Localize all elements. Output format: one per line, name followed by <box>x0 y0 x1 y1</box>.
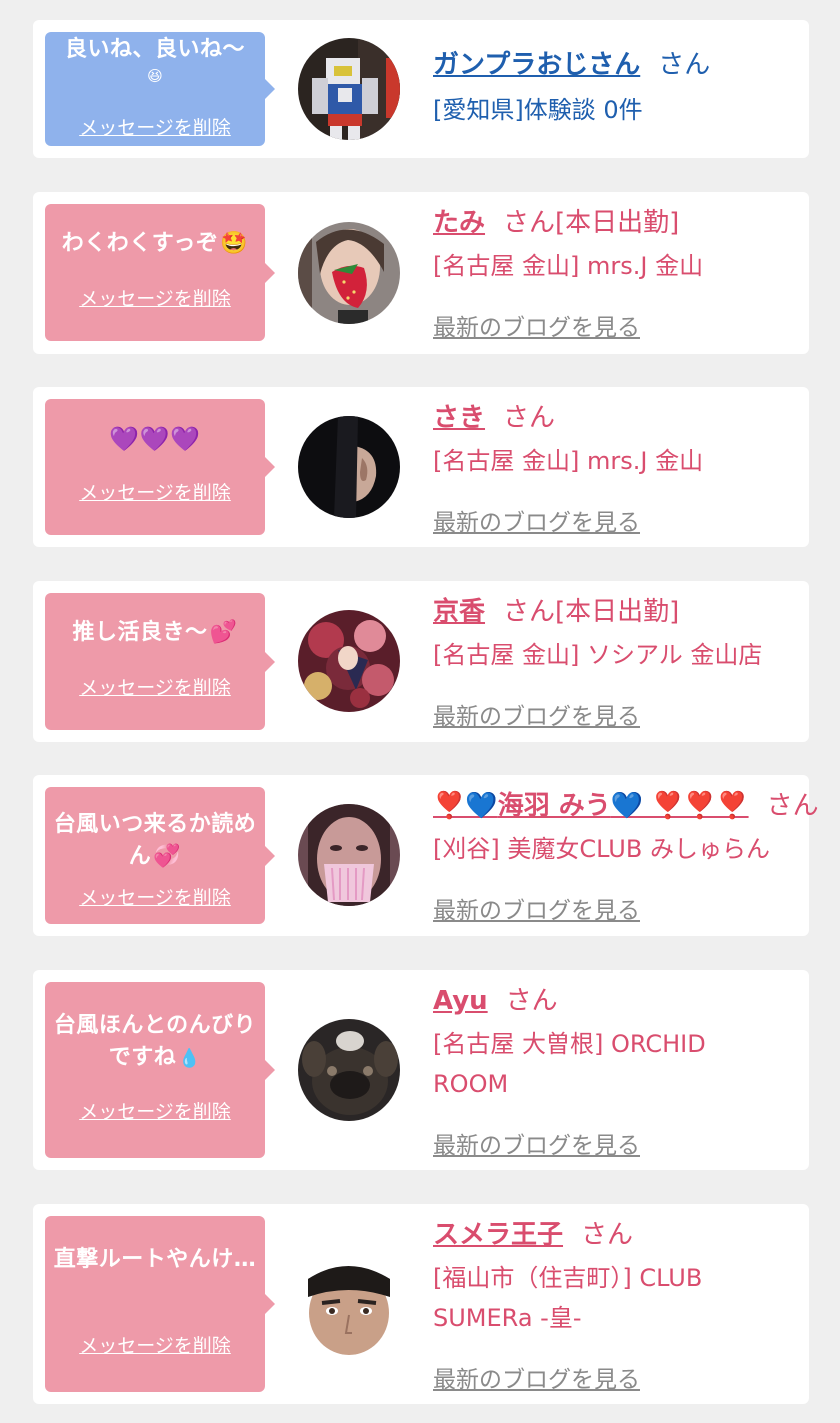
user-name-link[interactable]: ガンプラおじさん <box>433 50 640 80</box>
blog-link[interactable]: 最新のブログを見る <box>433 1360 640 1394</box>
list-item: 推し活良き〜💕 メッセージを削除 京香 さん[本日出勤] [名古屋 金山] ソシ… <box>33 581 809 742</box>
message-bubble: 💜💜💜 メッセージを削除 <box>45 399 275 535</box>
delete-message-button[interactable]: メッセージを削除 <box>45 113 265 140</box>
man-face-avatar[interactable] <box>298 1253 400 1355</box>
shop-label: [名古屋 大曽根] ORCHID ROOM <box>433 1030 706 1098</box>
user-info: たみ さん[本日出勤] [名古屋 金山] mrs.J 金山 最新のブログを見る <box>433 206 795 341</box>
honorific: さん <box>503 208 556 238</box>
heart-emoji-icon: 💙 ❣️❣️❣️ <box>610 791 749 821</box>
user-name-line: さき さん <box>433 401 795 435</box>
user-name-line: 京香 さん[本日出勤] <box>433 595 795 629</box>
list-item: 💜💜💜 メッセージを削除 さき さん [名古屋 金山] mrs.J 金山 最新のブ… <box>33 387 809 547</box>
honorific: さん <box>581 1220 634 1250</box>
list-item: 台風いつ来るか読めん💞 メッセージを削除 ❣️💙海羽 みう💙 ❣️❣️❣️ さん … <box>33 775 819 936</box>
honorific: さん <box>503 403 556 433</box>
status-label: [本日出勤] <box>555 208 680 238</box>
user-name-link[interactable]: スメラ王子 <box>433 1220 563 1250</box>
user-name-link[interactable]: さき <box>433 403 485 433</box>
droplet-emoji-icon: 💧 <box>178 1048 202 1069</box>
shop-label: [名古屋 金山] ソシアル 金山店 <box>433 641 763 669</box>
shop-label: [刈谷] 美魔女CLUB みしゅらん <box>433 835 770 863</box>
user-name-line: ガンプラおじさん さん <box>433 48 795 82</box>
status-label: [本日出勤] <box>555 597 680 627</box>
message-text: わくわくすっぞ🤩 <box>61 231 249 256</box>
heart-emoji-icon: ❣️💙 <box>433 791 498 821</box>
message-text: 台風ほんとのんびりですね 💧 <box>53 1013 257 1070</box>
user-name-line: スメラ王子 さん <box>433 1218 795 1252</box>
delete-message-button[interactable]: メッセージを削除 <box>45 478 265 505</box>
user-info: ガンプラおじさん さん [愛知県]体験談 0件 <box>433 48 795 130</box>
user-info: 京香 さん[本日出勤] [名古屋 金山] ソシアル 金山店 最新のブログを見る <box>433 595 795 730</box>
strawberry-face-avatar[interactable] <box>298 222 400 324</box>
user-name-link[interactable]: 京香 <box>433 597 485 627</box>
delete-message-button[interactable]: メッセージを削除 <box>45 284 265 311</box>
honorific: さん <box>503 597 556 627</box>
list-item: 台風ほんとのんびりですね 💧 メッセージを削除 Ayu さん [名古屋 大曽根] O… <box>33 970 809 1170</box>
message-bubble: 台風ほんとのんびりですね 💧 メッセージを削除 <box>45 982 275 1158</box>
honorific: さん <box>658 50 711 80</box>
list-item: わくわくすっぞ🤩 メッセージを削除 たみ さん[本日出勤] [名古屋 金山] m… <box>33 192 809 354</box>
user-name-line: たみ さん[本日出勤] <box>433 206 795 240</box>
shop-label: [福山市（住吉町）] CLUB SUMERa -皇- <box>433 1264 703 1332</box>
delete-message-button[interactable]: メッセージを削除 <box>45 1331 265 1358</box>
blog-link[interactable]: 最新のブログを見る <box>433 1126 640 1160</box>
user-name-line: Ayu さん <box>433 984 795 1018</box>
honorific: さん <box>766 791 819 821</box>
message-text: 台風いつ来るか読めん💞 <box>53 812 257 869</box>
hearts-emoji-icon: 💞 <box>153 844 182 869</box>
message-text: 直撃ルートやんけ… <box>53 1247 257 1272</box>
hearts-emoji-icon: 💕 <box>209 620 238 645</box>
list-item: 直撃ルートやんけ… メッセージを削除 スメラ王子 さん [福山市（住吉町）] C… <box>33 1204 809 1404</box>
message-bubble: 直撃ルートやんけ… メッセージを削除 <box>45 1216 275 1392</box>
kimono-avatar[interactable] <box>298 610 400 712</box>
dog-avatar[interactable] <box>298 1019 400 1121</box>
blog-link[interactable]: 最新のブログを見る <box>433 891 640 925</box>
message-bubble: 推し活良き〜💕 メッセージを削除 <box>45 593 275 730</box>
shop-label: [名古屋 金山] mrs.J 金山 <box>433 447 704 475</box>
delete-message-button[interactable]: メッセージを削除 <box>45 673 265 700</box>
message-bubble: わくわくすっぞ🤩 メッセージを削除 <box>45 204 275 341</box>
shop-label: [名古屋 金山] mrs.J 金山 <box>433 252 704 280</box>
message-text: 良いね、良いね〜 <box>64 37 245 62</box>
message-list: 良いね、良いね〜 😆 メッセージを削除 ガンプラおじさん さん [愛知県]体験談… <box>0 0 840 1423</box>
list-item: 良いね、良いね〜 😆 メッセージを削除 ガンプラおじさん さん [愛知県]体験談… <box>33 20 809 158</box>
user-name-line: ❣️💙海羽 みう💙 ❣️❣️❣️ さん <box>433 789 819 823</box>
blog-link[interactable]: 最新のブログを見る <box>433 308 640 342</box>
delete-message-button[interactable]: メッセージを削除 <box>45 1097 265 1124</box>
user-info: スメラ王子 さん [福山市（住吉町）] CLUB SUMERa -皇- 最新のブロ… <box>433 1218 795 1393</box>
user-name-link[interactable]: Ayu <box>433 986 488 1016</box>
blog-link[interactable]: 最新のブログを見る <box>433 697 640 731</box>
user-info: Ayu さん [名古屋 大曽根] ORCHID ROOM 最新のブログを見る <box>433 984 795 1159</box>
user-info: さき さん [名古屋 金山] mrs.J 金山 最新のブログを見る <box>433 401 795 536</box>
gundam-figure-avatar[interactable] <box>298 38 400 140</box>
emoji-icon: 😆 <box>147 67 163 85</box>
message-bubble: 良いね、良いね〜 😆 メッセージを削除 <box>45 32 275 146</box>
shop-label: [愛知県]体験談 0件 <box>433 96 643 124</box>
user-name-link[interactable]: ❣️💙海羽 みう💙 ❣️❣️❣️ <box>433 791 749 821</box>
user-info: ❣️💙海羽 みう💙 ❣️❣️❣️ さん [刈谷] 美魔女CLUB みしゅらん 最新… <box>433 789 819 924</box>
delete-message-button[interactable]: メッセージを削除 <box>45 883 265 910</box>
user-name-link[interactable]: たみ <box>433 208 485 238</box>
message-text: 推し活良き〜💕 <box>72 620 238 645</box>
message-bubble: 台風いつ来るか読めん💞 メッセージを削除 <box>45 787 275 924</box>
purple-hearts-emoji-icon: 💜💜💜 <box>109 425 201 453</box>
masked-face-avatar[interactable] <box>298 804 400 906</box>
blog-link[interactable]: 最新のブログを見る <box>433 503 640 537</box>
star-eyes-emoji-icon: 🤩 <box>220 231 249 256</box>
ear-closeup-avatar[interactable] <box>298 416 400 518</box>
honorific: さん <box>505 986 558 1016</box>
